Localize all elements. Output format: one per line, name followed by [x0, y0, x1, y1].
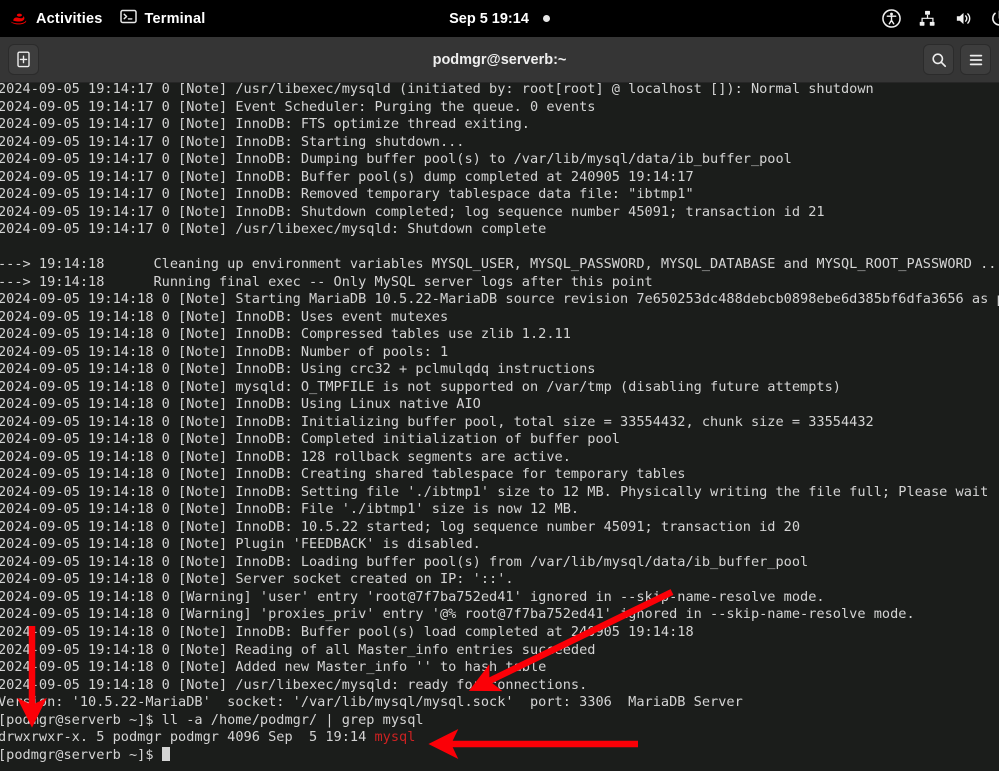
network-wired-icon[interactable]: [918, 9, 937, 28]
desktop-screen: Activities Terminal Sep 5 19:14 podmgr@s…: [0, 0, 999, 771]
terminal-log-line: 2024-09-05 19:14:18 0 [Note] Server sock…: [0, 571, 514, 588]
terminal-log-line: 2024-09-05 19:14:18 0 [Note] InnoDB: Loa…: [0, 553, 809, 570]
terminal-log-line: 2024-09-05 19:14:17 0 [Note] Event Sched…: [0, 98, 596, 115]
terminal-log-line: 2024-09-05 19:14:17 0 [Note] InnoDB: Rem…: [0, 186, 694, 203]
gnome-top-bar: Activities Terminal Sep 5 19:14: [0, 0, 999, 37]
app-menu-terminal[interactable]: Terminal: [111, 0, 214, 37]
terminal-log-line: 2024-09-05 19:14:18 0 [Note] InnoDB: Com…: [0, 431, 620, 448]
window-title: podmgr@serverb:~: [432, 51, 567, 68]
redhat-logo-icon: [9, 11, 29, 27]
terminal-listing-line: drwxrwxr-x. 5 podmgr podmgr 4096 Sep 5 1…: [0, 729, 999, 747]
terminal-log-line: 2024-09-05 19:14:18 0 [Note] Added new M…: [0, 659, 547, 676]
listing-directory-name: mysql: [374, 729, 416, 746]
new-tab-button[interactable]: [8, 44, 39, 75]
terminal-prompt-final: [podmgr@serverb ~]$: [0, 746, 999, 765]
text-cursor: [161, 746, 170, 761]
terminal-log-line: 2024-09-05 19:14:18 0 [Warning] 'user' e…: [0, 588, 825, 605]
terminal-log-line: 2024-09-05 19:14:18 0 [Warning] 'proxies…: [0, 606, 915, 623]
terminal-icon: [120, 8, 138, 29]
terminal-log-line: 2024-09-05 19:14:18 0 [Note] InnoDB: Usi…: [0, 396, 481, 413]
listing-details: drwxrwxr-x. 5 podmgr podmgr 4096 Sep 5 1…: [0, 729, 375, 746]
prompt-string: [podmgr@serverb ~]$: [0, 746, 162, 763]
terminal-log-line: 2024-09-05 19:14:18 0 [Note] InnoDB: Buf…: [0, 623, 694, 640]
activities-label: Activities: [36, 10, 103, 27]
terminal-log-line: 2024-09-05 19:14:17 0 [Note] InnoDB: FTS…: [0, 116, 530, 133]
terminal-log-line: 2024-09-05 19:14:18 0 [Note] mysqld: O_T…: [0, 378, 841, 395]
terminal-output-area[interactable]: 2024-09-05 19:14:17 0 [Note] /usr/libexe…: [0, 83, 999, 771]
terminal-prompt-command: [podmgr@serverb ~]$ ll -a /home/podmgr/ …: [0, 711, 424, 728]
volume-icon[interactable]: [954, 9, 973, 28]
app-menu-label: Terminal: [144, 10, 206, 27]
terminal-log-line: 2024-09-05 19:14:18 0 [Note] InnoDB: Use…: [0, 308, 449, 325]
terminal-log-line: 2024-09-05 19:14:17 0 [Note] /usr/libexe…: [0, 221, 547, 238]
terminal-log-line: [0, 239, 999, 257]
clock-label: Sep 5 19:14: [449, 10, 529, 27]
terminal-log-line: 2024-09-05 19:14:18 0 [Note] InnoDB: Ini…: [0, 413, 874, 430]
terminal-log-line: 2024-09-05 19:14:17 0 [Note] InnoDB: Dum…: [0, 151, 792, 168]
system-status-area[interactable]: [882, 0, 999, 37]
terminal-log-line: 2024-09-05 19:14:18 0 [Note] Reading of …: [0, 641, 596, 658]
terminal-log-line: 2024-09-05 19:14:18 0 [Note] InnoDB: Num…: [0, 343, 449, 360]
accessibility-icon[interactable]: [882, 9, 901, 28]
menu-button[interactable]: [960, 44, 991, 75]
hamburger-menu-icon: [969, 54, 982, 65]
terminal-log-line: ---> 19:14:18 Cleaning up environment va…: [0, 256, 999, 273]
terminal-text: 2024-09-05 19:14:17 0 [Note] /usr/libexe…: [0, 83, 999, 764]
terminal-log-line: 2024-09-05 19:14:18 0 [Note] InnoDB: 10.…: [0, 518, 801, 535]
terminal-log-line: 2024-09-05 19:14:18 0 [Note] InnoDB: Usi…: [0, 361, 596, 378]
terminal-log-line: 2024-09-05 19:14:17 0 [Note] /usr/libexe…: [0, 83, 874, 97]
activities-button[interactable]: Activities: [0, 0, 111, 37]
terminal-window-header: podmgr@serverb:~: [0, 37, 999, 83]
terminal-log-line: ---> 19:14:18 Running final exec -- Only…: [0, 273, 653, 290]
power-icon[interactable]: [990, 9, 999, 28]
notification-dot-icon: [542, 15, 550, 22]
terminal-log-line: 2024-09-05 19:14:17 0 [Note] InnoDB: Shu…: [0, 203, 825, 220]
search-icon: [931, 52, 946, 67]
terminal-log-line: 2024-09-05 19:14:18 0 [Note] Plugin 'FEE…: [0, 536, 481, 553]
terminal-log-line: 2024-09-05 19:14:17 0 [Note] InnoDB: Buf…: [0, 168, 694, 185]
terminal-log-line: 2024-09-05 19:14:18 0 [Note] Starting Ma…: [0, 291, 999, 308]
terminal-log-line: 2024-09-05 19:14:18 0 [Note] InnoDB: 128…: [0, 448, 571, 465]
terminal-log-line: 2024-09-05 19:14:18 0 [Note] InnoDB: Set…: [0, 483, 999, 500]
terminal-log-line: 2024-09-05 19:14:17 0 [Note] InnoDB: Sta…: [0, 133, 465, 150]
terminal-log-line: 2024-09-05 19:14:18 0 [Note] InnoDB: Com…: [0, 326, 571, 343]
search-button[interactable]: [923, 44, 954, 75]
terminal-log-line: Version: '10.5.22-MariaDB' socket: '/var…: [0, 694, 743, 711]
terminal-log-line: 2024-09-05 19:14:18 0 [Note] InnoDB: Cre…: [0, 466, 686, 483]
terminal-log-line: 2024-09-05 19:14:18 0 [Note] InnoDB: Fil…: [0, 501, 580, 518]
terminal-log-line: 2024-09-05 19:14:18 0 [Note] /usr/libexe…: [0, 676, 588, 693]
